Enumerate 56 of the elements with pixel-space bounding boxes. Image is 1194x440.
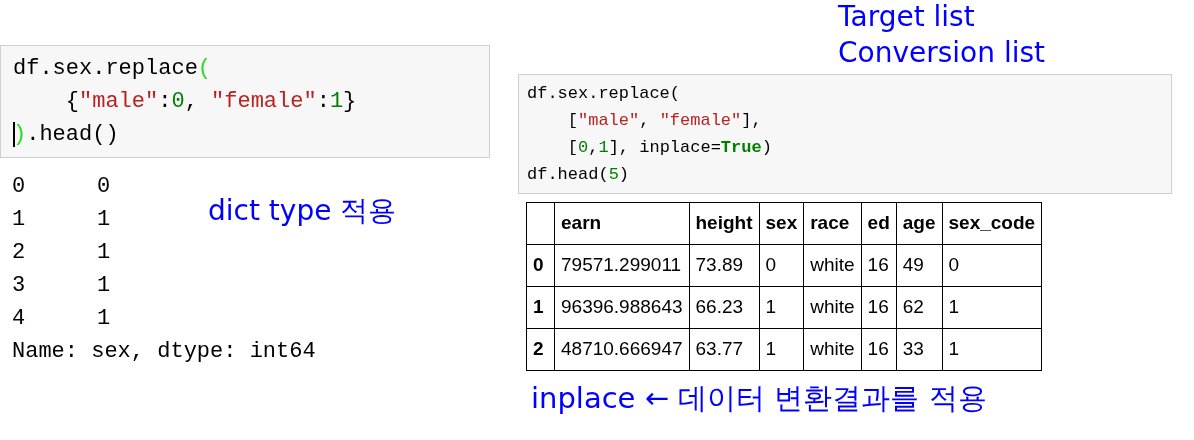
corner-cell bbox=[526, 202, 555, 245]
table-cell: 16 bbox=[861, 328, 897, 371]
table-cell: 96396.988643 bbox=[554, 286, 689, 329]
table-cell: 33 bbox=[896, 328, 942, 371]
table-cell: 63.77 bbox=[689, 328, 759, 371]
column-header: sex_code bbox=[942, 202, 1042, 245]
table-cell: white bbox=[803, 244, 862, 287]
table-cell: white bbox=[803, 328, 862, 371]
code-line: [0,1], inplace=True) bbox=[566, 137, 773, 159]
output-index: 4 bbox=[12, 305, 27, 333]
row-index: 1 bbox=[526, 286, 555, 329]
code-line: ).head() bbox=[13, 121, 120, 149]
output-value: 1 bbox=[97, 206, 111, 234]
column-header: age bbox=[896, 202, 942, 245]
code-line: {"male":0, "female":1} bbox=[64, 88, 358, 116]
table-cell: 1 bbox=[942, 328, 1042, 371]
table-cell: 66.23 bbox=[689, 286, 759, 329]
output-index: 0 bbox=[12, 173, 27, 201]
column-header: sex bbox=[759, 202, 804, 245]
annotation-text: Target list bbox=[838, 0, 976, 35]
column-header: race bbox=[803, 202, 862, 245]
annotation-text: Conversion list bbox=[838, 35, 1045, 71]
output-footer: Name: sex, dtype: int64 bbox=[12, 335, 490, 368]
column-header: earn bbox=[554, 202, 689, 245]
table-cell: 49 bbox=[896, 244, 942, 287]
code-line: df.sex.replace( bbox=[13, 55, 213, 83]
output-value: 1 bbox=[97, 239, 111, 267]
row-index: 0 bbox=[526, 244, 555, 287]
code-line: ["male", "female"], bbox=[566, 110, 763, 132]
output-index: 1 bbox=[12, 206, 27, 234]
column-header: ed bbox=[861, 202, 897, 245]
table-cell: 1 bbox=[942, 286, 1042, 329]
table-cell: 0 bbox=[759, 244, 804, 287]
output-value: 0 bbox=[97, 173, 111, 201]
table-cell: 62 bbox=[896, 286, 942, 329]
table-cell: 16 bbox=[861, 244, 897, 287]
row-index: 2 bbox=[526, 328, 555, 371]
table-cell: 73.89 bbox=[689, 244, 759, 287]
output-index: 2 bbox=[12, 239, 27, 267]
annotation-text: inplace ← 데이터 변환결과를 적용 bbox=[531, 380, 988, 417]
table-cell: white bbox=[803, 286, 862, 329]
table-cell: 48710.666947 bbox=[554, 328, 689, 371]
table-cell: 1 bbox=[759, 286, 804, 329]
column-header: height bbox=[689, 202, 759, 245]
annotation-text: dict type 적용 bbox=[208, 193, 397, 229]
output-value: 1 bbox=[97, 272, 111, 300]
output-value: 1 bbox=[97, 305, 111, 333]
code-line: df.sex.replace( bbox=[527, 83, 682, 105]
output-index: 3 bbox=[12, 272, 27, 300]
code-cell[interactable]: df.sex.replace( {"male":0, "female":1} ).head() bbox=[0, 45, 490, 158]
table-cell: 1 bbox=[759, 328, 804, 371]
table-cell: 79571.299011 bbox=[554, 244, 689, 287]
code-line: df.head(5) bbox=[527, 164, 631, 186]
table-cell: 16 bbox=[861, 286, 897, 329]
code-cell[interactable]: df.sex.replace( ["male", "female"], [0,1], inplace=True) df.head(5) bbox=[518, 74, 1172, 194]
table-cell: 0 bbox=[942, 244, 1042, 287]
